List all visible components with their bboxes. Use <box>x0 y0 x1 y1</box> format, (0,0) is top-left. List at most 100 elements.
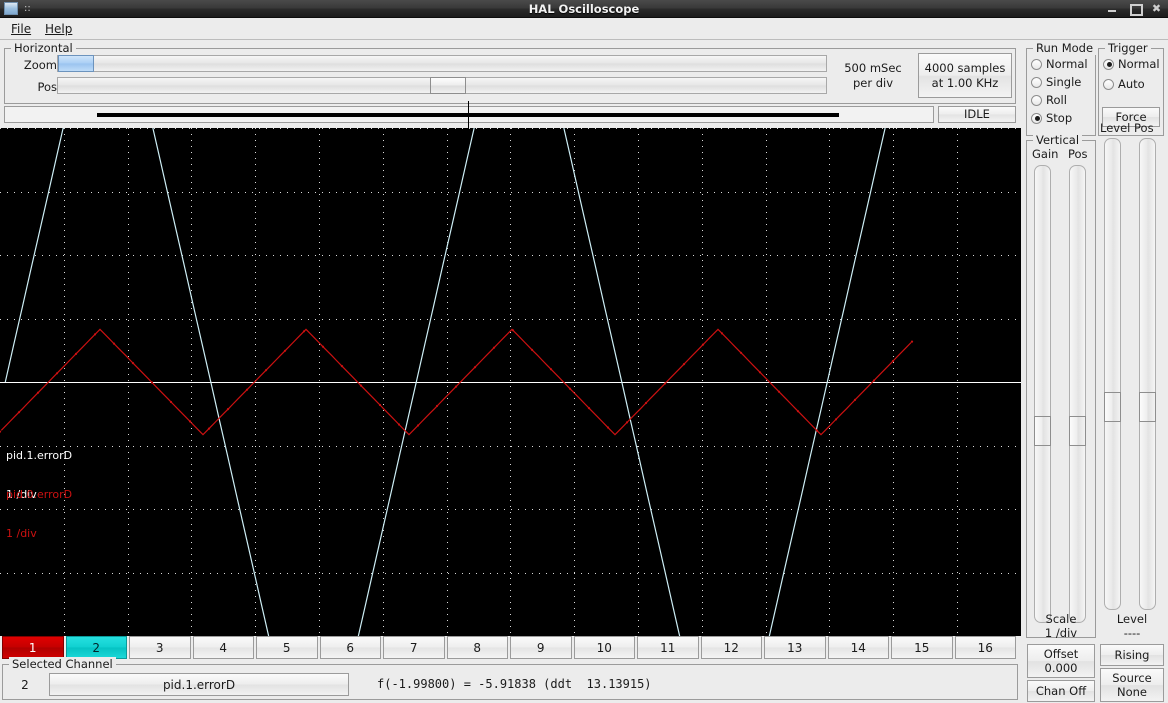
run-mode-single-label: Single <box>1046 75 1082 89</box>
trigger-auto-radio-icon[interactable] <box>1103 78 1114 90</box>
trigger-level-pos-label: Level Pos <box>1100 121 1154 135</box>
trace-sample-point <box>416 424 420 427</box>
channel-button-label: 15 <box>914 640 930 655</box>
trace-sample-point <box>283 349 287 352</box>
vertical-pos-label: Pos <box>1068 147 1088 161</box>
trigger-position-marker <box>468 101 469 131</box>
maximize-button[interactable] <box>1129 3 1143 16</box>
trace-sample-point <box>245 388 249 391</box>
menu-file[interactable]: File <box>8 22 34 37</box>
trace-sample-point <box>492 346 496 349</box>
run-mode-normal-radio-icon[interactable] <box>1031 58 1042 70</box>
run-mode-group-label: Run Mode <box>1033 41 1097 55</box>
samples-button[interactable]: 4000 samples at 1.00 KHz <box>918 53 1012 98</box>
channel-button-5[interactable]: 5 <box>256 636 318 659</box>
trace-sample-point <box>378 403 382 407</box>
run-mode-single-radio-icon[interactable] <box>1031 76 1042 88</box>
trigger-level-slider-handle[interactable] <box>1104 392 1121 422</box>
trigger-edge-button[interactable]: Rising <box>1100 644 1164 666</box>
minimize-button[interactable] <box>1107 3 1118 14</box>
vertical-scale-display: Scale 1 /div <box>1027 610 1095 642</box>
channel-button-16[interactable]: 16 <box>954 636 1016 659</box>
trace-sample-point <box>359 384 363 387</box>
run-mode-single[interactable]: Single <box>1031 73 1081 91</box>
channel-button-label: 10 <box>596 640 612 655</box>
run-mode-normal[interactable]: Normal <box>1031 55 1088 73</box>
trigger-normal-radio-icon[interactable] <box>1103 58 1114 70</box>
trace-sample-point <box>397 423 401 426</box>
channel-button-14[interactable]: 14 <box>827 636 889 659</box>
pos-label: Pos <box>37 80 57 94</box>
scope-display[interactable]: pid.1.errorD 1 /div pid.0.errorD 1 /div <box>0 128 1021 636</box>
selected-channel-group: Selected Channel 2 pid.1.errorD f(-1.998… <box>2 657 1018 700</box>
channel-button-13[interactable]: 13 <box>764 636 826 659</box>
close-icon[interactable]: ✖ <box>1151 3 1162 14</box>
trigger-auto[interactable]: Auto <box>1103 75 1145 93</box>
hal-oscilloscope-window: :: HAL Oscilloscope ✖ File Help Horizont… <box>0 0 1168 703</box>
trigger-pos-slider[interactable] <box>1139 138 1156 610</box>
channel-button-11[interactable]: 11 <box>637 636 699 659</box>
trace-sample-point <box>150 381 154 384</box>
vertical-gain-slider[interactable] <box>1034 165 1051 623</box>
channel-button-3[interactable]: 3 <box>129 636 191 659</box>
selected-channel-number: 2 <box>21 678 29 692</box>
menu-help[interactable]: Help <box>42 22 75 37</box>
menu-file-label: File <box>11 22 32 36</box>
vertical-group-label: Vertical <box>1033 133 1083 147</box>
cursor-readout: f(-1.99800) = -5.91838 (ddt 13.13915) <box>377 677 652 691</box>
vertical-pos-slider-handle[interactable] <box>1069 416 1086 446</box>
trace-sample-point <box>207 427 211 430</box>
pos-slider[interactable] <box>57 77 827 94</box>
trace-sample-point <box>454 385 458 388</box>
chan-off-label: Chan Off <box>1035 684 1087 698</box>
trace-sample-point <box>663 382 667 385</box>
run-mode-stop[interactable]: Stop <box>1031 109 1072 127</box>
timebase-display: 500 mSec per div <box>831 53 915 98</box>
run-mode-roll[interactable]: Roll <box>1031 91 1067 109</box>
trace-sample-point <box>169 400 173 404</box>
samples-count: 4000 samples <box>924 60 1006 75</box>
chan-off-button[interactable]: Chan Off <box>1027 680 1095 702</box>
trace-sample-point <box>188 420 192 423</box>
trigger-pos-slider-handle[interactable] <box>1139 392 1156 422</box>
vertical-pos-slider[interactable] <box>1069 165 1086 623</box>
trigger-normal-label: Normal <box>1118 57 1160 71</box>
channel-button-15[interactable]: 15 <box>891 636 953 659</box>
channel-button-2[interactable]: 2 <box>65 636 127 659</box>
vertical-offset-button[interactable]: Offset 0.000 <box>1027 644 1095 678</box>
channel-button-8[interactable]: 8 <box>446 636 508 659</box>
channel-button-12[interactable]: 12 <box>700 636 762 659</box>
data-extent-bar[interactable] <box>4 101 934 131</box>
channel-button-label: 5 <box>282 640 291 655</box>
trigger-level-display: Level ---- <box>1100 610 1164 642</box>
channel-button-9[interactable]: 9 <box>510 636 572 659</box>
trace-sample-point <box>93 333 97 336</box>
channel-button-label: 8 <box>473 640 482 655</box>
channel-button-1[interactable]: 1 <box>2 636 64 659</box>
trace-sample-point <box>872 379 876 382</box>
trace-sample-point <box>340 365 344 368</box>
run-mode-roll-radio-icon[interactable] <box>1031 94 1042 106</box>
trace-sample-point <box>796 410 800 413</box>
selected-channel-source-button[interactable]: pid.1.errorD <box>49 673 349 696</box>
trace-sample-point <box>55 372 59 375</box>
run-mode-stop-label: Stop <box>1046 111 1073 125</box>
pos-slider-handle[interactable] <box>430 77 466 94</box>
scope-canvas <box>0 128 1021 636</box>
trigger-normal[interactable]: Normal <box>1103 55 1160 73</box>
zoom-slider-handle[interactable] <box>58 55 94 72</box>
samples-rate: at 1.00 KHz <box>931 75 999 90</box>
channel-button-10[interactable]: 10 <box>573 636 635 659</box>
channel-button-6[interactable]: 6 <box>319 636 381 659</box>
vertical-gain-slider-handle[interactable] <box>1034 416 1051 446</box>
trigger-source-button[interactable]: Source None <box>1100 668 1164 702</box>
trace-sample-point <box>739 351 743 354</box>
run-mode-stop-radio-icon[interactable] <box>1031 112 1042 124</box>
trigger-level-slider[interactable] <box>1104 138 1121 610</box>
vertical-gain-label: Gain <box>1032 147 1059 161</box>
zoom-slider[interactable] <box>57 55 827 72</box>
channel-button-7[interactable]: 7 <box>383 636 445 659</box>
channel-button-label: 3 <box>155 640 164 655</box>
channel-button-4[interactable]: 4 <box>192 636 254 659</box>
channel-button-label: 9 <box>536 640 545 655</box>
